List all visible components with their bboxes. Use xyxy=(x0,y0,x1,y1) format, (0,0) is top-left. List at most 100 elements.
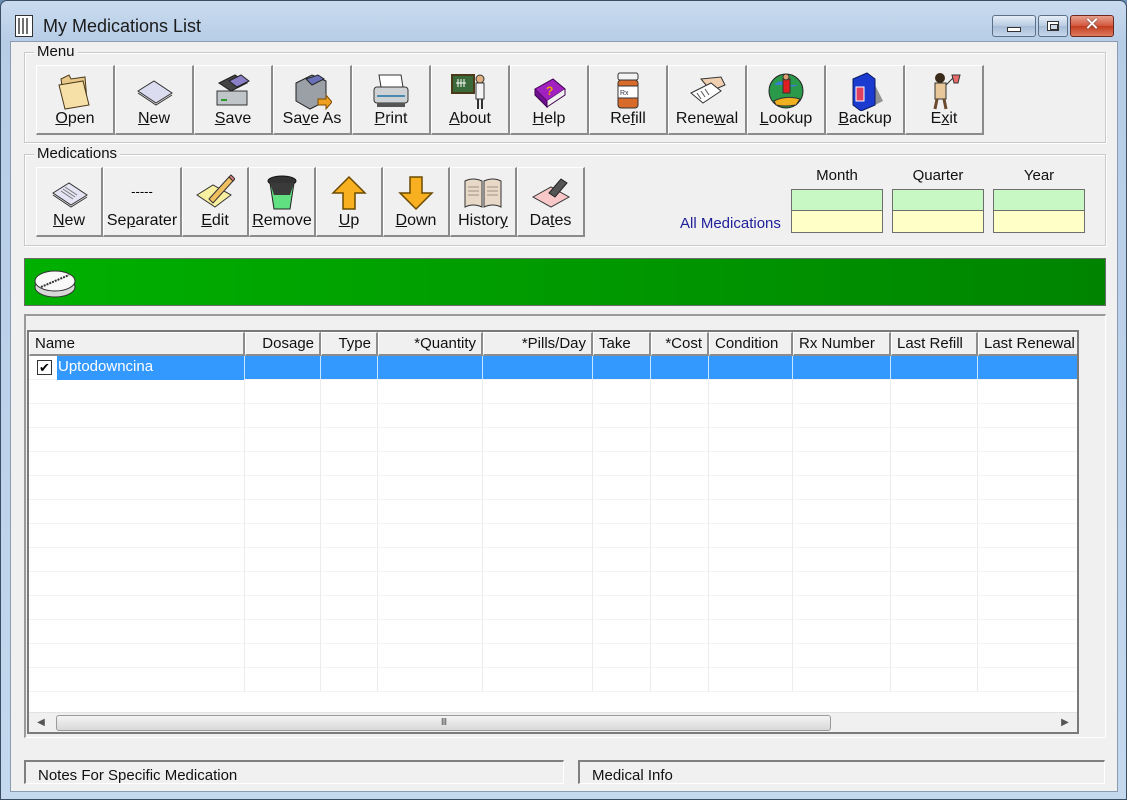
all-medications-label: All Medications xyxy=(680,215,781,232)
stat-quarter-bottom-value xyxy=(892,211,984,233)
save-as-icon xyxy=(295,74,332,111)
table-cell xyxy=(978,644,1077,668)
minimize-button[interactable] xyxy=(992,15,1036,37)
table-cell xyxy=(709,620,793,644)
exit-button[interactable]: Exit xyxy=(905,65,984,135)
column-header-dosage[interactable]: Dosage xyxy=(245,332,321,356)
table-cell xyxy=(29,500,245,524)
print-button[interactable]: Print xyxy=(352,65,431,135)
help-button[interactable]: ? Help xyxy=(510,65,589,135)
empty-row xyxy=(29,404,1077,428)
empty-row xyxy=(29,524,1077,548)
new-medication-button[interactable]: New xyxy=(36,167,103,237)
notes-panel[interactable]: Notes For Specific Medication xyxy=(24,760,564,784)
table-cell xyxy=(245,380,321,404)
hand-prescription-icon xyxy=(690,76,726,104)
table-cell xyxy=(321,452,378,476)
stat-month-bottom-value xyxy=(791,211,883,233)
column-header-pills-day[interactable]: *Pills/Day xyxy=(483,332,593,356)
new-file-button[interactable]: New xyxy=(115,65,194,135)
column-header-last-renewal[interactable]: Last Renewal xyxy=(978,332,1077,356)
menu-toolbar: Open New Save Save As Print About ? Help… xyxy=(36,65,984,135)
table-cell xyxy=(378,404,483,428)
edit-label: Edit xyxy=(201,212,229,229)
medication-list[interactable]: Name Dosage Type *Quantity *Pills/Day Take *Co… xyxy=(27,330,1079,734)
blank-paper-icon xyxy=(137,80,173,106)
empty-row xyxy=(29,428,1077,452)
table-cell xyxy=(483,452,593,476)
renewal-button[interactable]: Renewal xyxy=(668,65,747,135)
table-cell xyxy=(709,356,793,380)
column-header-type[interactable]: Type xyxy=(321,332,378,356)
restore-icon xyxy=(1047,21,1059,31)
history-button[interactable]: History xyxy=(450,167,517,237)
table-cell xyxy=(245,524,321,548)
column-header-last-refill[interactable]: Last Refill xyxy=(891,332,978,356)
table-cell xyxy=(245,404,321,428)
title-bar: My Medications List ✕ xyxy=(1,1,1126,41)
pencil-paper-icon xyxy=(196,174,235,208)
table-cell xyxy=(891,356,978,380)
table-cell xyxy=(593,500,651,524)
open-book-icon xyxy=(464,178,502,208)
medications-toolbar: New ----- Separater Edit Remove Up Down … xyxy=(36,167,585,237)
remove-button[interactable]: Remove xyxy=(249,167,316,237)
edit-button[interactable]: Edit xyxy=(182,167,249,237)
save-button[interactable]: Save xyxy=(194,65,273,135)
printer-icon xyxy=(373,74,409,107)
up-button[interactable]: Up xyxy=(316,167,383,237)
scroll-left-arrow-icon[interactable]: ◀ xyxy=(31,713,51,732)
lookup-button[interactable]: Lookup xyxy=(747,65,826,135)
column-header-name[interactable]: Name xyxy=(29,332,245,356)
column-header-quantity[interactable]: *Quantity xyxy=(378,332,483,356)
table-cell xyxy=(891,572,978,596)
save-as-label: Save As xyxy=(282,110,342,127)
about-button[interactable]: About xyxy=(431,65,510,135)
backup-button[interactable]: Backup xyxy=(826,65,905,135)
table-cell xyxy=(651,596,709,620)
column-header-rx-number[interactable]: Rx Number xyxy=(793,332,891,356)
table-cell xyxy=(793,428,891,452)
table-cell xyxy=(483,524,593,548)
table-cell xyxy=(793,668,891,692)
table-cell xyxy=(245,644,321,668)
server-cabinet-icon xyxy=(852,72,883,111)
table-cell xyxy=(978,452,1077,476)
medical-info-panel[interactable]: Medical Info xyxy=(578,760,1105,784)
table-cell xyxy=(378,428,483,452)
table-cell xyxy=(321,620,378,644)
horizontal-scrollbar[interactable]: ◀ III ▶ xyxy=(29,712,1077,732)
grip-icon: III xyxy=(440,717,447,728)
table-cell xyxy=(378,668,483,692)
table-row[interactable]: ✔ Uptodowncina xyxy=(29,356,1077,380)
column-header-condition[interactable]: Condition xyxy=(709,332,793,356)
separater-button[interactable]: ----- Separater xyxy=(103,167,182,237)
table-cell xyxy=(978,572,1077,596)
table-cell xyxy=(593,572,651,596)
refill-button[interactable]: Rx Refill xyxy=(589,65,668,135)
maximize-button[interactable] xyxy=(1038,15,1068,37)
down-button[interactable]: Down xyxy=(383,167,450,237)
save-as-button[interactable]: Save As xyxy=(273,65,352,135)
document-icon xyxy=(52,182,88,208)
row-checkbox[interactable]: ✔ xyxy=(37,360,52,375)
table-cell xyxy=(651,452,709,476)
dates-button[interactable]: Dates xyxy=(517,167,585,237)
column-header-cost[interactable]: *Cost xyxy=(651,332,709,356)
backup-label: Backup xyxy=(838,110,892,127)
table-cell xyxy=(651,524,709,548)
medication-name: Uptodowncina xyxy=(57,356,244,380)
scroll-thumb[interactable]: III xyxy=(56,715,831,731)
table-cell xyxy=(593,524,651,548)
table-cell xyxy=(245,668,321,692)
table-cell xyxy=(321,596,378,620)
table-cell xyxy=(593,596,651,620)
about-label: About xyxy=(449,110,491,127)
table-cell xyxy=(709,500,793,524)
scroll-right-arrow-icon[interactable]: ▶ xyxy=(1055,713,1075,732)
column-header-take[interactable]: Take xyxy=(593,332,651,356)
stat-year: Year xyxy=(993,167,1085,233)
empty-row xyxy=(29,476,1077,500)
close-button[interactable]: ✕ xyxy=(1070,14,1114,37)
open-button[interactable]: Open xyxy=(36,65,115,135)
